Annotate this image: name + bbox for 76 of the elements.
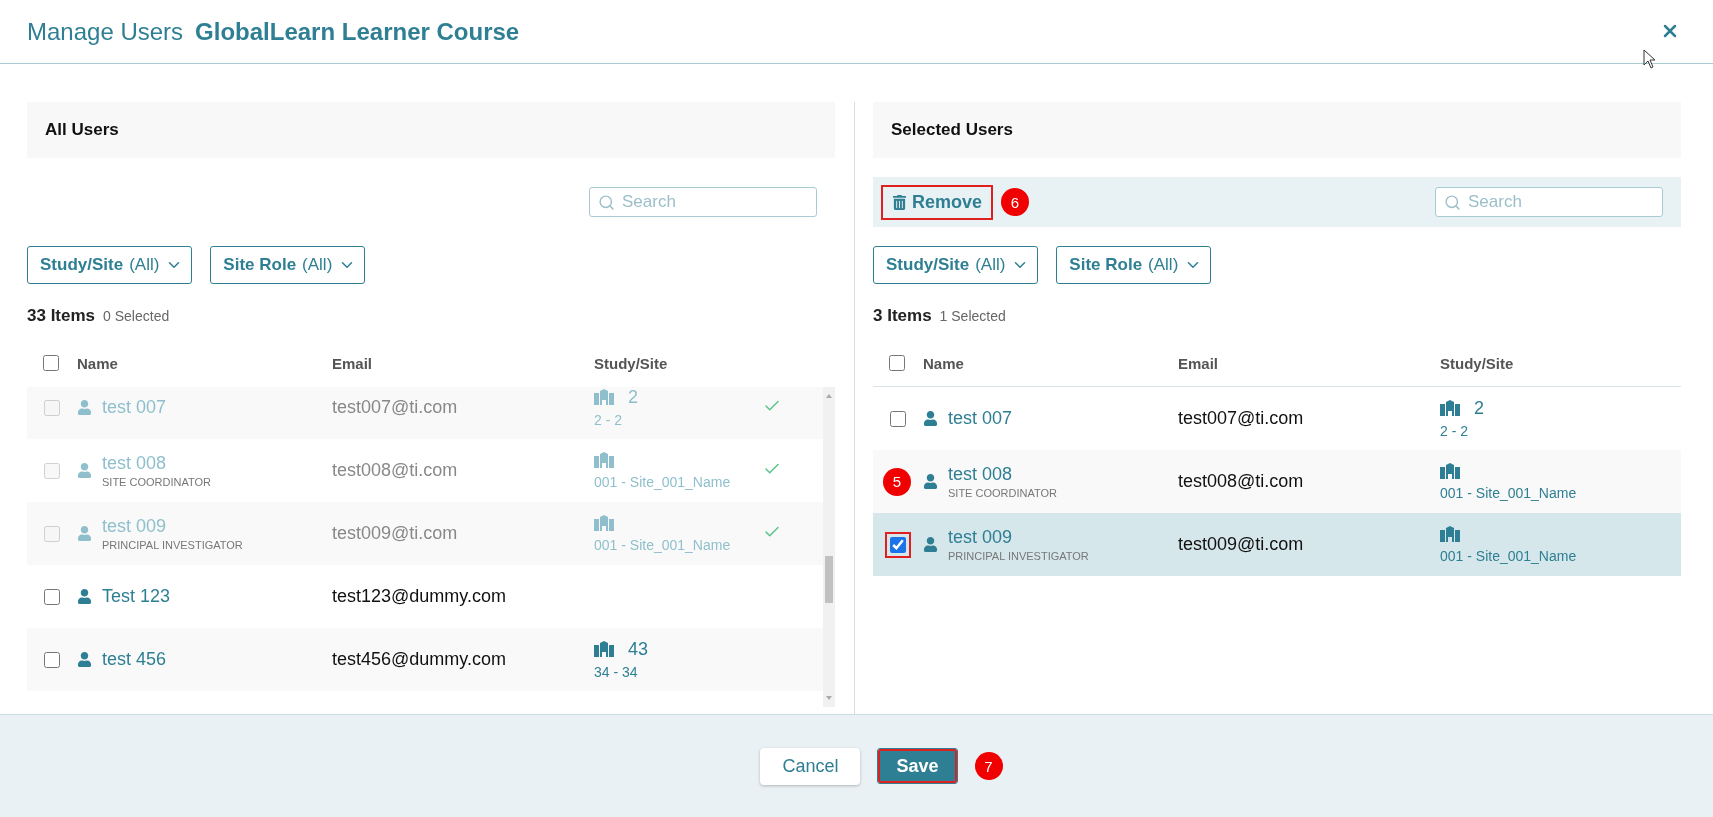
person-icon: [77, 652, 92, 667]
building-icon: [1440, 399, 1460, 416]
building-icon: [594, 514, 614, 531]
site-count: 43: [628, 639, 649, 658]
filter-dropdown[interactable]: Site Role (All): [210, 246, 366, 284]
user-role: SITE COORDINATOR: [102, 476, 211, 488]
select-all-checkbox[interactable]: [889, 355, 905, 371]
select-all-checkbox[interactable]: [43, 355, 59, 371]
person-icon: [77, 400, 92, 415]
user-role: PRINCIPAL INVESTIGATOR: [102, 539, 243, 551]
user-email: test123@dummy.com: [332, 586, 507, 607]
user-email: test008@ti.com: [332, 460, 459, 481]
user-email: test007@ti.com: [1178, 408, 1305, 429]
site-count: 2: [1474, 398, 1484, 417]
column-header: Name: [923, 354, 965, 372]
building-icon: [1440, 525, 1460, 542]
filter-dropdown[interactable]: Site Role (All): [1056, 246, 1212, 284]
user-email: test007@ti.com: [332, 397, 459, 418]
dialog-title: Manage Users: [27, 17, 184, 46]
user-name-link[interactable]: Test 123: [102, 586, 171, 607]
person-icon: [77, 589, 92, 604]
filter-dropdown[interactable]: Study/Site (All): [873, 246, 1039, 284]
remove-button[interactable]: Remove: [881, 184, 994, 220]
user-email: test008@ti.com: [1178, 471, 1305, 492]
save-button[interactable]: Save: [878, 749, 957, 783]
column-header: Study/Site: [594, 354, 669, 372]
column-header: Email: [1178, 354, 1220, 372]
filter-dropdown[interactable]: Study/Site (All): [27, 246, 193, 284]
person-icon: [923, 537, 938, 552]
search-icon: [598, 194, 615, 211]
panel-title: All Users: [27, 102, 835, 158]
column-header: Study/Site: [1440, 354, 1515, 372]
search-field[interactable]: Search: [1435, 187, 1663, 217]
panel-title: Selected Users: [873, 102, 1681, 158]
building-icon: [1440, 462, 1460, 479]
user-name-link[interactable]: test 007: [948, 408, 1013, 429]
user-email: test009@ti.com: [332, 523, 459, 544]
person-icon: [923, 474, 938, 489]
scrollbar[interactable]: [823, 387, 835, 707]
search-field[interactable]: Search: [589, 187, 817, 217]
user-name-link[interactable]: test 009: [948, 527, 1089, 548]
person-icon: [77, 526, 92, 541]
search-icon: [1444, 194, 1461, 211]
user-name-link[interactable]: test 008: [948, 464, 1057, 485]
user-email: test456@dummy.com: [332, 649, 507, 670]
site-name: 2 - 2: [594, 411, 623, 428]
column-header: Name: [77, 354, 119, 372]
person-icon: [77, 463, 92, 478]
building-icon: [594, 640, 614, 657]
callout-badge: 5: [883, 467, 911, 496]
selected-count: 0 Selected: [103, 308, 170, 324]
site-count: 2: [628, 387, 638, 406]
selected-count: 1 Selected: [939, 308, 1006, 324]
mouse-pointer-icon: [1643, 49, 1657, 69]
building-icon: [594, 388, 614, 405]
user-role: SITE COORDINATOR: [948, 487, 1057, 499]
site-name: 001 - Site_001_Name: [1440, 547, 1578, 564]
callout-badge: 7: [974, 752, 1003, 780]
user-name-link[interactable]: test 456: [102, 649, 167, 670]
person-icon: [923, 411, 938, 426]
callout-badge: 6: [1001, 188, 1030, 216]
item-count: 33 Items: [27, 306, 96, 326]
site-name: 001 - Site_001_Name: [594, 536, 732, 553]
column-header: Email: [332, 354, 374, 372]
site-name: 001 - Site_001_Name: [594, 473, 732, 490]
user-role: PRINCIPAL INVESTIGATOR: [948, 550, 1089, 562]
user-email: test009@ti.com: [1178, 534, 1305, 555]
site-name: 34 - 34: [594, 663, 639, 680]
cancel-button[interactable]: Cancel: [760, 747, 861, 785]
trash-icon: [892, 194, 907, 210]
site-name: 001 - Site_001_Name: [1440, 484, 1578, 501]
course-name: GlobalLearn Learner Course: [195, 17, 521, 46]
item-count: 3 Items: [873, 306, 932, 326]
building-icon: [594, 451, 614, 468]
row-checkbox[interactable]: [885, 531, 911, 558]
site-name: 2 - 2: [1440, 422, 1469, 439]
